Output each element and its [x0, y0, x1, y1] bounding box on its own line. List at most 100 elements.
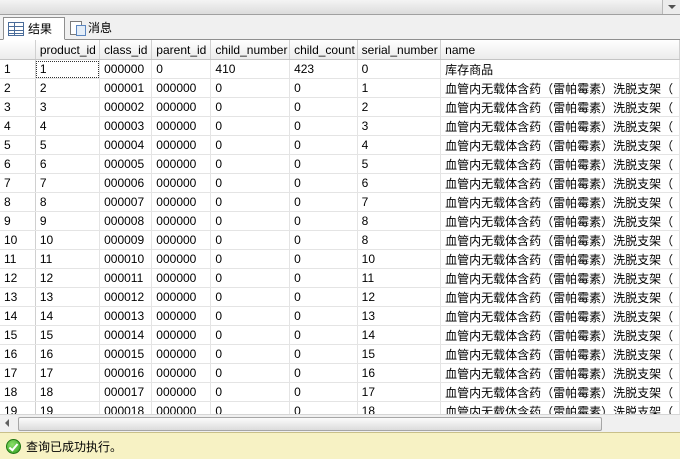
row-number-cell[interactable]: 17	[0, 363, 36, 383]
table-row[interactable]: 10 10 000009 000000 0 0 8 血管内无载体含药（雷帕霉素）洗脱支架（	[0, 230, 680, 250]
table-cell[interactable]: 000007	[99, 192, 153, 212]
table-cell[interactable]: 血管内无载体含药（雷帕霉素）洗脱支架（	[440, 249, 680, 269]
table-cell[interactable]: 000004	[99, 135, 153, 155]
row-number-cell[interactable]: 11	[0, 249, 36, 269]
table-cell[interactable]: 11	[357, 268, 442, 288]
table-cell[interactable]: 000017	[99, 382, 153, 402]
table-cell[interactable]: 血管内无载体含药（雷帕霉素）洗脱支架（	[440, 97, 680, 117]
table-row[interactable]: 16 16 000015 000000 0 0 15 血管内无载体含药（雷帕霉素）洗脱支架（	[0, 344, 680, 364]
table-cell[interactable]: 0	[289, 192, 358, 212]
table-cell[interactable]: 15	[357, 344, 442, 364]
table-cell[interactable]: 000000	[99, 59, 153, 79]
row-number-cell[interactable]: 15	[0, 325, 36, 345]
table-cell[interactable]: 血管内无载体含药（雷帕霉素）洗脱支架（	[440, 344, 680, 364]
table-row[interactable]: 1 1 000000 0 410 423 0 库存商品	[0, 59, 680, 79]
table-cell[interactable]: 000000	[151, 116, 212, 136]
table-cell[interactable]: 14	[35, 306, 101, 326]
table-cell[interactable]: 000008	[99, 211, 153, 231]
table-cell[interactable]: 0	[210, 192, 291, 212]
table-cell[interactable]: 0	[289, 97, 358, 117]
column-header[interactable]: class_id	[99, 40, 153, 60]
table-cell[interactable]: 0	[289, 116, 358, 136]
table-cell[interactable]: 血管内无载体含药（雷帕霉素）洗脱支架（	[440, 268, 680, 288]
table-cell[interactable]: 000006	[99, 173, 153, 193]
table-cell[interactable]: 0	[210, 306, 291, 326]
table-cell[interactable]: 000000	[151, 382, 212, 402]
table-cell[interactable]: 000012	[99, 287, 153, 307]
table-cell[interactable]: 12	[357, 287, 442, 307]
table-cell[interactable]: 2	[357, 97, 442, 117]
table-cell[interactable]: 血管内无载体含药（雷帕霉素）洗脱支架（	[440, 135, 680, 155]
column-header[interactable]: parent_id	[151, 40, 212, 60]
table-cell[interactable]: 000000	[151, 211, 212, 231]
table-cell[interactable]: 0	[289, 401, 358, 414]
table-cell[interactable]: 0	[210, 344, 291, 364]
row-number-cell[interactable]: 1	[0, 59, 36, 79]
scroll-down-button[interactable]	[662, 0, 680, 14]
table-cell[interactable]: 000015	[99, 344, 153, 364]
table-cell[interactable]: 0	[210, 268, 291, 288]
table-cell[interactable]: 000000	[151, 401, 212, 414]
table-cell[interactable]: 000000	[151, 97, 212, 117]
row-number-cell[interactable]: 9	[0, 211, 36, 231]
table-cell[interactable]: 000000	[151, 363, 212, 383]
scroll-left-button[interactable]	[0, 415, 17, 432]
table-cell[interactable]: 8	[357, 230, 442, 250]
table-cell[interactable]: 5	[35, 135, 101, 155]
table-cell[interactable]: 000000	[151, 249, 212, 269]
table-cell[interactable]: 000018	[99, 401, 153, 414]
table-cell[interactable]: 血管内无载体含药（雷帕霉素）洗脱支架（	[440, 363, 680, 383]
table-cell[interactable]: 0	[289, 287, 358, 307]
table-cell[interactable]: 3	[35, 97, 101, 117]
table-row[interactable]: 12 12 000011 000000 0 0 11 血管内无载体含药（雷帕霉素）洗脱支架（	[0, 268, 680, 288]
table-cell[interactable]: 血管内无载体含药（雷帕霉素）洗脱支架（	[440, 192, 680, 212]
row-number-cell[interactable]: 16	[0, 344, 36, 364]
table-cell[interactable]: 7	[357, 192, 442, 212]
table-cell[interactable]: 10	[357, 249, 442, 269]
table-cell[interactable]: 0	[289, 230, 358, 250]
results-grid[interactable]: product_id class_id parent_id child_numb…	[0, 40, 680, 414]
row-number-cell[interactable]: 6	[0, 154, 36, 174]
table-row[interactable]: 15 15 000014 000000 0 0 14 血管内无载体含药（雷帕霉素）洗脱支架（	[0, 325, 680, 345]
table-cell[interactable]: 19	[35, 401, 101, 414]
table-cell[interactable]: 1	[357, 78, 442, 98]
row-number-cell[interactable]: 7	[0, 173, 36, 193]
table-cell[interactable]: 000002	[99, 97, 153, 117]
table-cell[interactable]: 0	[289, 154, 358, 174]
table-cell[interactable]: 18	[357, 401, 442, 414]
table-row[interactable]: 3 3 000002 000000 0 0 2 血管内无载体含药（雷帕霉素）洗脱支架（	[0, 97, 680, 117]
table-cell[interactable]: 3	[357, 116, 442, 136]
table-cell[interactable]: 0	[210, 154, 291, 174]
row-number-cell[interactable]: 8	[0, 192, 36, 212]
table-cell[interactable]: 000000	[151, 306, 212, 326]
table-cell[interactable]: 0	[210, 211, 291, 231]
row-number-cell[interactable]: 4	[0, 116, 36, 136]
table-cell[interactable]: 0	[210, 135, 291, 155]
table-cell[interactable]: 0	[210, 287, 291, 307]
row-number-cell[interactable]: 19	[0, 401, 36, 414]
table-cell[interactable]: 000011	[99, 268, 153, 288]
column-header[interactable]: product_id	[35, 40, 101, 60]
table-cell[interactable]: 000000	[151, 344, 212, 364]
table-cell[interactable]: 000000	[151, 325, 212, 345]
table-cell[interactable]: 0	[289, 173, 358, 193]
table-cell[interactable]: 0	[289, 78, 358, 98]
row-number-cell[interactable]: 18	[0, 382, 36, 402]
table-cell[interactable]: 000001	[99, 78, 153, 98]
table-row[interactable]: 6 6 000005 000000 0 0 5 血管内无载体含药（雷帕霉素）洗脱支架（	[0, 154, 680, 174]
table-cell[interactable]: 0	[289, 268, 358, 288]
row-number-cell[interactable]: 2	[0, 78, 36, 98]
table-cell[interactable]: 16	[357, 363, 442, 383]
table-cell[interactable]: 410	[210, 59, 291, 79]
table-cell[interactable]: 0	[210, 382, 291, 402]
table-row[interactable]: 17 17 000016 000000 0 0 16 血管内无载体含药（雷帕霉素）洗脱支架（	[0, 363, 680, 383]
table-cell[interactable]: 0	[210, 116, 291, 136]
table-cell[interactable]: 0	[289, 325, 358, 345]
table-row[interactable]: 7 7 000006 000000 0 0 6 血管内无载体含药（雷帕霉素）洗脱支架（	[0, 173, 680, 193]
table-cell[interactable]: 0	[151, 59, 212, 79]
scrollbar-thumb[interactable]	[18, 417, 602, 431]
table-cell[interactable]: 8	[35, 192, 101, 212]
table-cell[interactable]: 血管内无载体含药（雷帕霉素）洗脱支架（	[440, 211, 680, 231]
table-cell[interactable]: 0	[289, 211, 358, 231]
table-cell[interactable]: 10	[35, 230, 101, 250]
